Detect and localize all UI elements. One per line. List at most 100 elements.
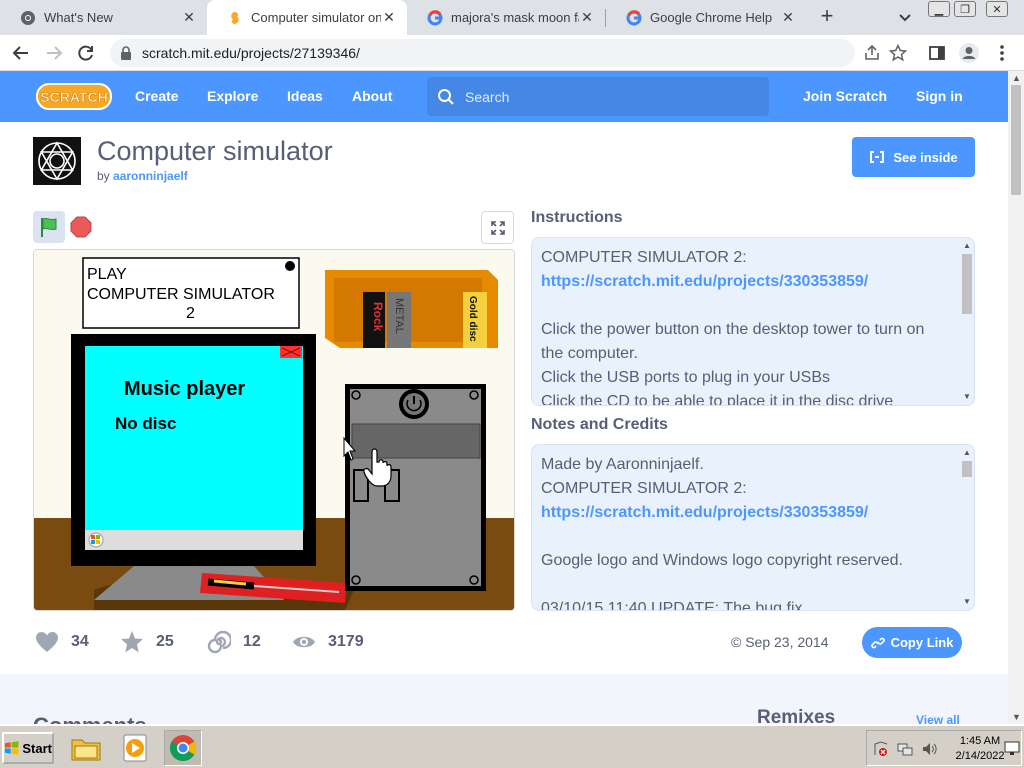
byline-prefix: by [97, 169, 110, 183]
notes-link[interactable]: https://scratch.mit.edu/projects/3303538… [541, 504, 868, 521]
tab-chrome-help[interactable]: Google Chrome Help ✕ [606, 0, 806, 35]
forward-button[interactable] [42, 41, 66, 65]
back-button[interactable] [9, 41, 33, 65]
views-count: 3179 [328, 633, 364, 650]
chrome-icon [20, 10, 36, 26]
tab-majoras-mask[interactable]: majora's mask moon face ✕ [407, 0, 605, 35]
close-tab-icon[interactable]: ✕ [579, 9, 595, 26]
instructions-scrollbar[interactable]: ▲ ▼ [962, 242, 972, 401]
browser-toolbar: scratch.mit.edu/projects/27139346/ [0, 35, 1024, 71]
notes-heading: Notes and Credits [531, 416, 668, 433]
lower-section [0, 674, 1008, 724]
close-tab-icon[interactable]: ✕ [181, 9, 197, 26]
instructions-line: the computer. [541, 345, 638, 362]
green-flag-button[interactable] [33, 211, 65, 243]
fullscreen-button[interactable] [481, 211, 514, 244]
security-alert-icon[interactable] [873, 741, 889, 757]
chrome-taskbar-icon[interactable] [164, 730, 202, 766]
scroll-down-arrow-icon: ▼ [963, 597, 971, 606]
star-icon [121, 631, 143, 653]
instructions-line: Click the USB ports to plug in your USBs [541, 369, 831, 386]
author-link[interactable]: aaronninjaelf [113, 169, 188, 183]
comments-heading: Comments [33, 713, 147, 724]
instructions-box[interactable]: COMPUTER SIMULATOR 2: https://scratch.mi… [531, 237, 975, 406]
notes-scrollbar[interactable]: ▲ ▼ [962, 449, 972, 606]
restore-button[interactable]: ❐ [954, 1, 976, 17]
scroll-thumb [962, 461, 972, 477]
page-scrollbar[interactable]: ▲ ▼ [1008, 71, 1024, 724]
url-text: scratch.mit.edu/projects/27139346/ [142, 45, 360, 61]
minimize-button[interactable]: ▁ [928, 1, 950, 17]
share-icon[interactable] [860, 41, 884, 65]
views-stat: 3179 [292, 630, 364, 654]
new-tab-button[interactable]: + [816, 5, 838, 28]
notes-box[interactable]: Made by Aaronninjaelf. COMPUTER SIMULATO… [531, 444, 975, 611]
address-bar[interactable]: scratch.mit.edu/projects/27139346/ [110, 39, 855, 67]
author-avatar[interactable] [33, 137, 81, 185]
show-desktop-icon[interactable] [1004, 740, 1020, 756]
see-inside-button[interactable]: See inside [852, 137, 975, 177]
profile-avatar-icon[interactable] [957, 41, 981, 65]
music-player-title: Music player [124, 378, 245, 400]
favorite-stat[interactable]: 25 [120, 630, 174, 654]
tab-title: majora's mask moon face [451, 10, 579, 25]
close-tab-icon[interactable]: ✕ [780, 9, 796, 26]
network-icon[interactable] [897, 741, 913, 757]
page-scroll-thumb[interactable] [1011, 85, 1021, 195]
project-title: Computer simulator [97, 136, 333, 166]
close-tab-icon[interactable]: ✕ [381, 9, 397, 26]
close-window-button[interactable]: ✕ [986, 1, 1008, 17]
green-flag-icon [41, 217, 57, 237]
join-scratch-link[interactable]: Join Scratch [803, 71, 887, 122]
nav-ideas-link[interactable]: Ideas [287, 71, 323, 122]
nav-create-link[interactable]: Create [135, 71, 179, 122]
love-count: 34 [71, 633, 89, 650]
google-icon [427, 9, 443, 26]
reload-icon [78, 45, 93, 61]
instructions-heading: Instructions [531, 209, 623, 226]
reload-button[interactable] [74, 41, 98, 65]
sign-line-1: PLAY [87, 266, 127, 283]
scroll-up-arrow-icon: ▲ [963, 448, 971, 457]
copy-link-button[interactable]: Copy Link [862, 627, 962, 658]
notes-line [541, 573, 950, 597]
scroll-down-arrow-icon[interactable]: ▼ [1012, 712, 1021, 722]
notes-line: Google logo and Windows logo copyright r… [541, 552, 903, 569]
view-all-link[interactable]: View all [916, 713, 960, 724]
side-panel-icon[interactable] [925, 41, 949, 65]
project-stage[interactable]: PLAY COMPUTER SIMULATOR 2 Rock METAL Gol… [33, 249, 515, 611]
disc-drive [351, 423, 481, 459]
remixes-heading: Remixes [757, 707, 836, 724]
nav-explore-link[interactable]: Explore [207, 71, 258, 122]
file-explorer-icon[interactable] [67, 730, 105, 766]
scroll-up-arrow-icon[interactable]: ▲ [1012, 73, 1021, 83]
stop-button[interactable] [69, 215, 93, 239]
instructions-link[interactable]: https://scratch.mit.edu/projects/3303538… [541, 273, 868, 290]
favorite-count: 25 [156, 633, 174, 650]
bookmark-star-icon[interactable] [886, 41, 910, 65]
link-icon [870, 637, 885, 648]
nav-about-link[interactable]: About [352, 71, 392, 122]
screen-taskbar [85, 530, 303, 550]
see-inside-label: See inside [893, 149, 958, 165]
scratch-logo[interactable]: SCRATCH [36, 83, 112, 110]
scratch-navbar: SCRATCH Create Explore Ideas About Join … [0, 71, 1008, 122]
love-stat[interactable]: 34 [35, 630, 89, 654]
start-button[interactable]: Start [2, 732, 54, 764]
scroll-up-arrow-icon: ▲ [963, 241, 971, 250]
kebab-menu-icon[interactable] [990, 41, 1014, 65]
no-disc-label: No disc [115, 414, 176, 433]
volume-icon[interactable] [921, 741, 937, 757]
tab-computer-simulator[interactable]: Computer simulator on Scratch ✕ [207, 0, 407, 35]
copy-link-label: Copy Link [890, 635, 954, 650]
remix-arrows-icon [870, 151, 885, 163]
lock-icon [120, 46, 132, 60]
sign-in-link[interactable]: Sign in [916, 71, 963, 122]
search-input[interactable] [465, 88, 745, 105]
scratch-favicon-icon [227, 10, 243, 26]
tab-search-chevron-icon[interactable] [896, 8, 914, 26]
windows-logo-icon [4, 741, 19, 755]
tab-whats-new[interactable]: What's New ✕ [0, 0, 207, 35]
media-player-icon[interactable] [115, 730, 153, 766]
svg-text:METAL: METAL [393, 298, 405, 334]
